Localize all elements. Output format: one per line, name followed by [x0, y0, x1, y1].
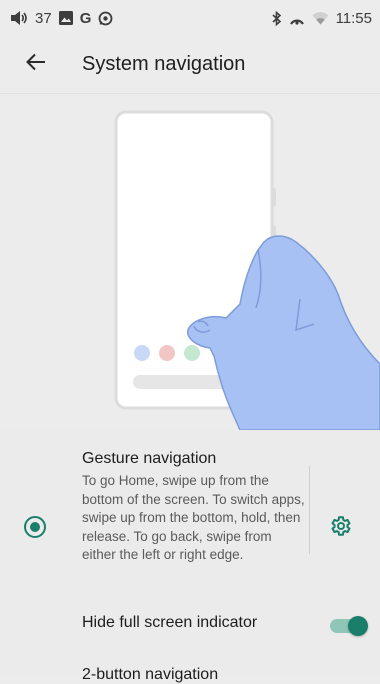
- clock: 11:55: [335, 9, 372, 27]
- radio-selected-dot: [30, 522, 40, 532]
- toggle-thumb: [348, 616, 368, 636]
- wifi-icon: [312, 11, 329, 25]
- hide-full-screen-indicator-label: Hide full screen indicator: [82, 614, 258, 631]
- volume-level: 37: [35, 9, 52, 27]
- vertical-divider: [309, 466, 310, 554]
- back-button[interactable]: [8, 36, 64, 94]
- whatsapp-icon: [98, 11, 113, 26]
- status-bar: 37 G 11:55: [0, 0, 380, 36]
- navigation-options: Gesture navigation To go Home, swipe up …: [0, 430, 380, 683]
- two-button-navigation-option[interactable]: 2-button navigation: [82, 666, 218, 684]
- hide-full-screen-indicator-row[interactable]: Hide full screen indicator: [0, 602, 380, 650]
- image-icon: [58, 11, 73, 25]
- arrow-back-icon: [26, 53, 46, 76]
- gesture-navigation-description: To go Home, swipe up from the bottom of …: [82, 473, 305, 562]
- gesture-navigation-radio[interactable]: [24, 516, 46, 538]
- gesture-navigation-option[interactable]: Gesture navigation To go Home, swipe up …: [0, 446, 380, 594]
- gesture-navigation-title: Gesture navigation: [82, 450, 217, 467]
- hide-full-screen-indicator-toggle[interactable]: [330, 616, 368, 636]
- gesture-settings-button[interactable]: [324, 512, 356, 544]
- app-bar: System navigation: [0, 36, 380, 94]
- bluetooth-icon: [272, 10, 282, 26]
- gesture-illustration: [0, 94, 380, 431]
- gear-icon: [328, 514, 352, 543]
- volume-icon: [10, 10, 28, 26]
- page-title: System navigation: [82, 53, 246, 75]
- hotspot-icon: [289, 12, 305, 25]
- status-bar-right: 11:55: [272, 10, 372, 27]
- g-icon: G: [79, 9, 92, 27]
- status-bar-left: 37 G: [10, 10, 113, 27]
